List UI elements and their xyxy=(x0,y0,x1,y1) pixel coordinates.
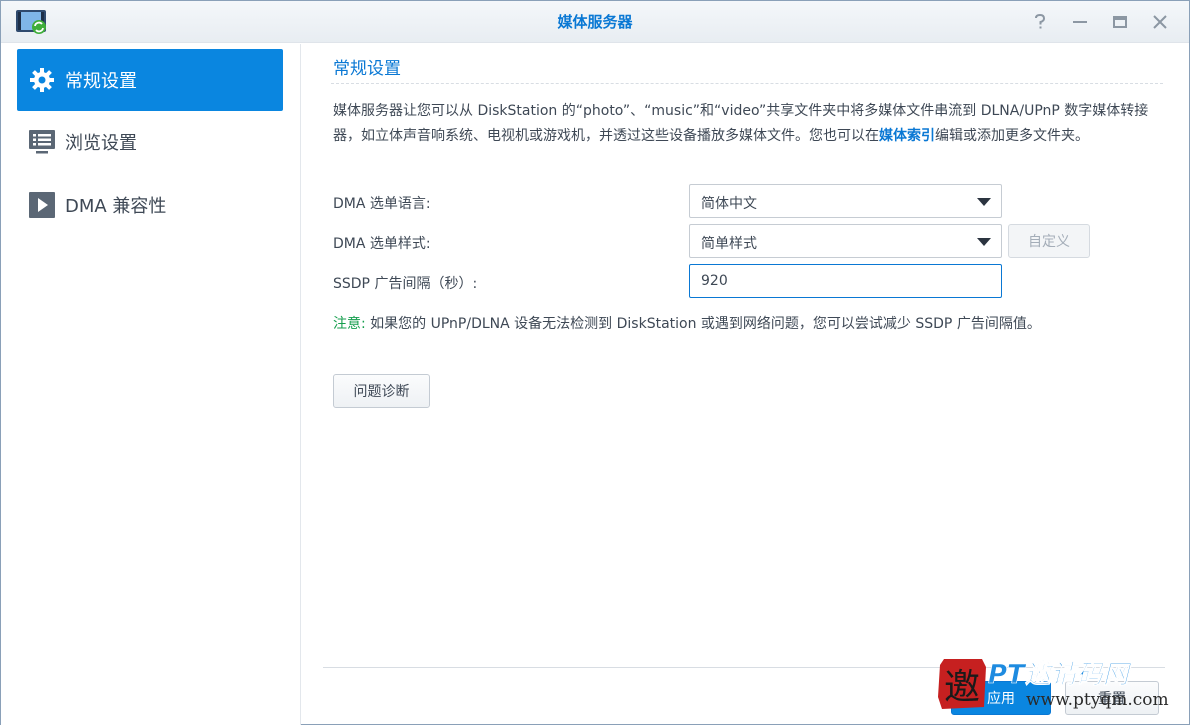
help-button[interactable] xyxy=(1027,9,1053,35)
close-icon xyxy=(1153,15,1167,29)
browse-list-icon xyxy=(27,127,57,157)
gear-icon xyxy=(27,65,57,95)
section-divider xyxy=(331,83,1163,84)
sidebar-item-label: DMA 兼容性 xyxy=(65,196,167,217)
sidebar-item-label: 浏览设置 xyxy=(65,133,137,154)
svg-text:www.ptyqm.com: www.ptyqm.com xyxy=(1026,690,1169,710)
minimize-button[interactable] xyxy=(1067,9,1093,35)
question-mark-icon xyxy=(1035,14,1046,29)
description-text: 媒体服务器让您可以从 DiskStation 的“photo”、“music”和… xyxy=(333,99,1153,149)
note-text: 注意: 如果您的 UPnP/DLNA 设备无法检测到 DiskStation 或… xyxy=(333,313,1041,333)
sidebar-item-general-settings[interactable]: 常规设置 xyxy=(17,49,283,111)
title-bar[interactable]: 媒体服务器 xyxy=(1,1,1189,43)
customize-button[interactable]: 自定义 xyxy=(1008,224,1090,258)
dropdown-arrow-icon xyxy=(977,198,991,206)
close-button[interactable] xyxy=(1147,9,1173,35)
window-title: 媒体服务器 xyxy=(557,13,633,31)
media-index-link[interactable]: 媒体索引 xyxy=(879,128,935,144)
svg-text:PT邀请码网: PT邀请码网 xyxy=(988,660,1133,690)
maximize-button[interactable] xyxy=(1107,9,1133,35)
sidebar: 常规设置 浏览设置 DMA 兼容性 xyxy=(1,44,301,725)
description-text-end: 编辑或添加更多文件夹。 xyxy=(935,128,1089,144)
note-label: 注意: xyxy=(333,316,366,332)
note-message: 如果您的 UPnP/DLNA 设备无法检测到 DiskStation 或遇到网络… xyxy=(365,316,1041,332)
sidebar-item-browse-settings[interactable]: 浏览设置 xyxy=(17,111,283,173)
diagnose-button[interactable]: 问题诊断 xyxy=(333,374,430,408)
menu-language-label: DMA 选单语言: xyxy=(333,196,431,212)
dropdown-arrow-icon xyxy=(977,238,991,246)
play-icon xyxy=(27,190,57,220)
minimize-icon xyxy=(1073,21,1087,23)
media-server-window: 媒体服务器 常规设置 浏览设置 DMA 兼容性 常规设置 媒体服务器让您可以从 … xyxy=(0,0,1190,725)
menu-style-select[interactable]: 简单样式 xyxy=(689,224,1002,258)
menu-style-value: 简单样式 xyxy=(701,236,757,252)
ssdp-interval-input[interactable] xyxy=(689,264,1002,298)
watermark-logo: 邀 PT邀请码网 www.ptyqm.com xyxy=(936,653,1181,715)
ssdp-interval-label: SSDP 广告间隔（秒）: xyxy=(333,276,478,292)
general-settings-panel: 常规设置 媒体服务器让您可以从 DiskStation 的“photo”、“mu… xyxy=(323,44,1165,684)
sidebar-item-dma-compatibility[interactable]: DMA 兼容性 xyxy=(17,174,283,236)
maximize-icon xyxy=(1113,16,1127,28)
section-title: 常规设置 xyxy=(333,59,401,79)
menu-style-label: DMA 选单样式: xyxy=(333,236,431,252)
sidebar-item-label: 常规设置 xyxy=(65,71,137,92)
svg-text:邀: 邀 xyxy=(944,667,980,708)
menu-language-select[interactable]: 简体中文 xyxy=(689,184,1002,218)
menu-language-value: 简体中文 xyxy=(701,196,757,212)
